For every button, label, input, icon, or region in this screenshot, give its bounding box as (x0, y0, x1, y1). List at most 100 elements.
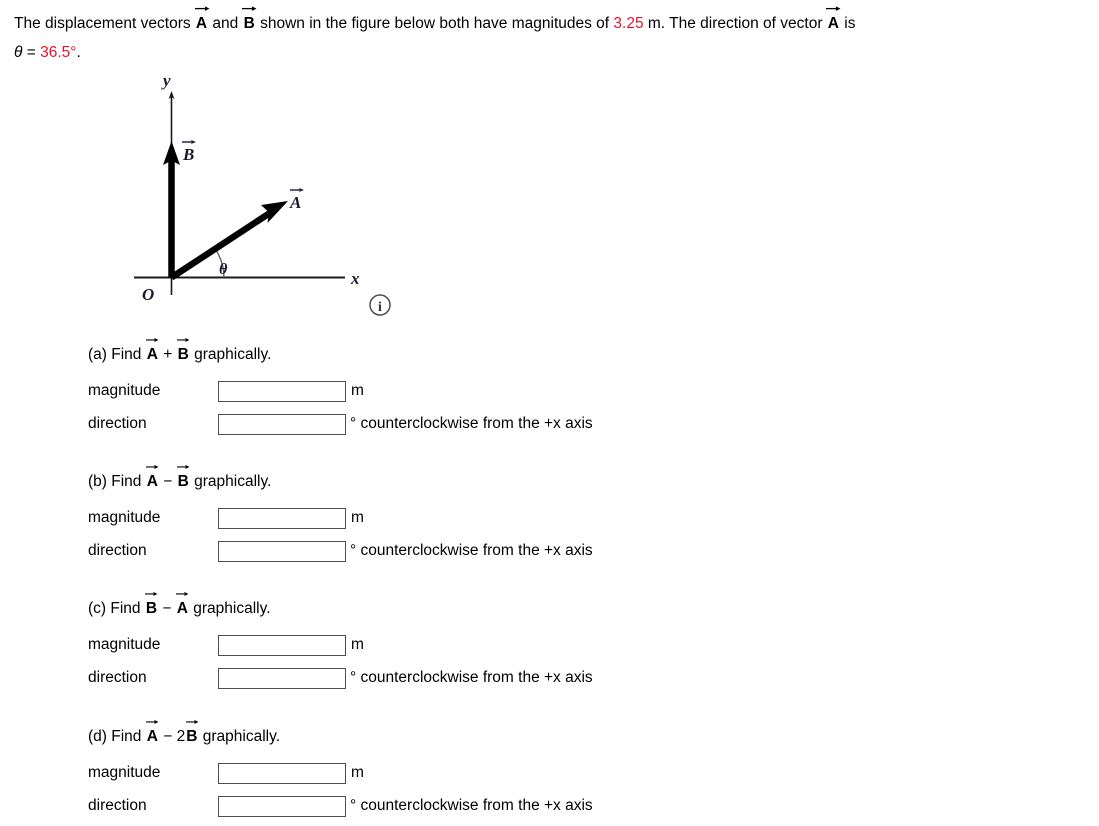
part-d-direction-label: direction (88, 797, 147, 814)
info-icon-glyph: i (378, 300, 382, 315)
part-c: (c) Find B − A graphically. magnitude m … (88, 591, 788, 698)
problem-text-part-1: The displacement vectors (14, 15, 195, 32)
vector-b-arrow (163, 141, 180, 278)
part-d-magnitude-input[interactable] (218, 762, 346, 784)
info-icon[interactable]: i (369, 294, 391, 316)
problem-text-part-2: and (208, 15, 243, 32)
part-d-prefix: (d) Find (88, 728, 146, 745)
vector-arrow-icon (177, 337, 190, 342)
part-b-operand-1: A (146, 464, 159, 490)
origin-label: O (142, 285, 154, 304)
part-c-suffix: graphically. (188, 600, 271, 617)
part-c-magnitude-unit: m (351, 636, 364, 653)
vector-arrow-icon (176, 591, 189, 596)
part-a-operand-2: B (177, 337, 190, 363)
vector-a-letter-2: A (827, 15, 839, 32)
part-a: (a) Find A + B graphically. magnitude m … (88, 337, 788, 444)
part-d-direction-input[interactable] (218, 795, 346, 817)
theta-value-highlight: 36.5° (40, 44, 77, 61)
part-c-operand-2: A (176, 591, 189, 617)
part-b-direction-row: direction ° counterclockwise from the +x… (88, 538, 788, 564)
y-axis-label: y (161, 72, 171, 90)
part-d: (d) Find A − 2B graphically. magnitude m… (88, 719, 788, 826)
vector-a-symbol: A (194, 6, 210, 32)
part-b-prefix: (b) Find (88, 473, 146, 490)
part-b-direction-input[interactable] (218, 540, 346, 562)
problem-text-part-4: m. The direction of vector (643, 15, 827, 32)
vector-arrow-icon (242, 6, 257, 11)
part-d-magnitude-row: magnitude m (88, 760, 788, 786)
vector-a-figure-letter: A (289, 193, 301, 212)
problem-text-part-3: shown in the figure below both have magn… (255, 15, 614, 32)
part-c-operand-2-letter: A (176, 600, 188, 617)
part-d-operand-2-letter: B (186, 728, 198, 745)
part-c-prefix: (c) Find (88, 600, 145, 617)
part-a-operand-1-letter: A (146, 346, 158, 363)
vector-a-arrow (169, 201, 288, 281)
x-axis-label: x (350, 269, 360, 288)
part-b-suffix: graphically. (189, 473, 272, 490)
vector-arrow-icon (146, 464, 159, 469)
part-c-title: (c) Find B − A graphically. (88, 591, 788, 620)
part-b-magnitude-unit: m (351, 509, 364, 526)
part-d-operand-2-coefficient: 2 (176, 728, 186, 745)
vector-b-letter: B (243, 15, 255, 32)
magnitude-value-highlight: 3.25 (613, 15, 644, 32)
angle-label: θ (219, 261, 228, 278)
part-b-operand-1-letter: A (146, 473, 158, 490)
vector-diagram-svg: y x O θ B A i (134, 72, 391, 316)
vector-arrow-icon (146, 719, 159, 724)
part-d-title: (d) Find A − 2B graphically. (88, 719, 788, 748)
part-c-direction-input[interactable] (218, 667, 346, 689)
part-c-operator: − (162, 600, 172, 617)
part-b: (b) Find A − B graphically. magnitude m … (88, 464, 788, 571)
part-a-magnitude-input[interactable] (218, 380, 346, 402)
vector-arrow-icon (145, 591, 158, 596)
part-a-operand-1: A (146, 337, 159, 363)
part-c-magnitude-input[interactable] (218, 634, 346, 656)
part-b-title: (b) Find A − B graphically. (88, 464, 788, 493)
part-c-direction-row: direction ° counterclockwise from the +x… (88, 665, 788, 691)
vector-arrow-icon (146, 337, 159, 342)
part-a-prefix: (a) Find (88, 346, 146, 363)
vector-arrow-icon (177, 464, 190, 469)
part-b-magnitude-label: magnitude (88, 509, 161, 526)
part-b-operand-2: B (177, 464, 190, 490)
vector-b-figure-label: B (182, 140, 196, 164)
vector-b-figure-letter: B (182, 145, 194, 164)
part-c-direction-label: direction (88, 669, 147, 686)
part-a-direction-input[interactable] (218, 413, 346, 435)
part-a-operator: + (163, 346, 173, 363)
part-a-suffix: graphically. (189, 346, 272, 363)
part-b-operator: − (163, 473, 173, 490)
vector-arrow-icon (194, 6, 210, 11)
part-c-operand-1: B (145, 591, 158, 617)
part-b-magnitude-row: magnitude m (88, 505, 788, 531)
vector-a-letter: A (195, 15, 208, 32)
part-a-operand-2-letter: B (177, 346, 189, 363)
part-a-direction-label: direction (88, 415, 147, 432)
part-d-direction-unit: ° counterclockwise from the +x axis (350, 797, 593, 814)
part-c-operand-1-letter: B (145, 600, 158, 617)
part-a-magnitude-label: magnitude (88, 382, 161, 399)
part-a-direction-unit: ° counterclockwise from the +x axis (350, 415, 593, 432)
part-c-direction-unit: ° counterclockwise from the +x axis (350, 669, 593, 686)
part-d-operator: − (163, 728, 173, 745)
part-a-direction-row: direction ° counterclockwise from the +x… (88, 411, 788, 437)
part-a-title: (a) Find A + B graphically. (88, 337, 788, 366)
part-b-direction-label: direction (88, 542, 147, 559)
part-b-operand-2-letter: B (177, 473, 189, 490)
vector-diagram-figure: y x O θ B A i (120, 72, 420, 322)
part-d-direction-row: direction ° counterclockwise from the +x… (88, 793, 788, 819)
part-a-magnitude-row: magnitude m (88, 378, 788, 404)
theta-period: . (76, 44, 81, 61)
part-b-direction-unit: ° counterclockwise from the +x axis (350, 542, 593, 559)
part-d-suffix: graphically. (198, 728, 280, 745)
part-a-magnitude-unit: m (351, 382, 364, 399)
part-c-magnitude-row: magnitude m (88, 632, 788, 658)
part-c-magnitude-label: magnitude (88, 636, 161, 653)
part-d-operand-2: B (185, 719, 199, 745)
part-b-magnitude-input[interactable] (218, 507, 346, 529)
part-d-magnitude-unit: m (351, 764, 364, 781)
vector-a-symbol-2: A (826, 6, 841, 32)
